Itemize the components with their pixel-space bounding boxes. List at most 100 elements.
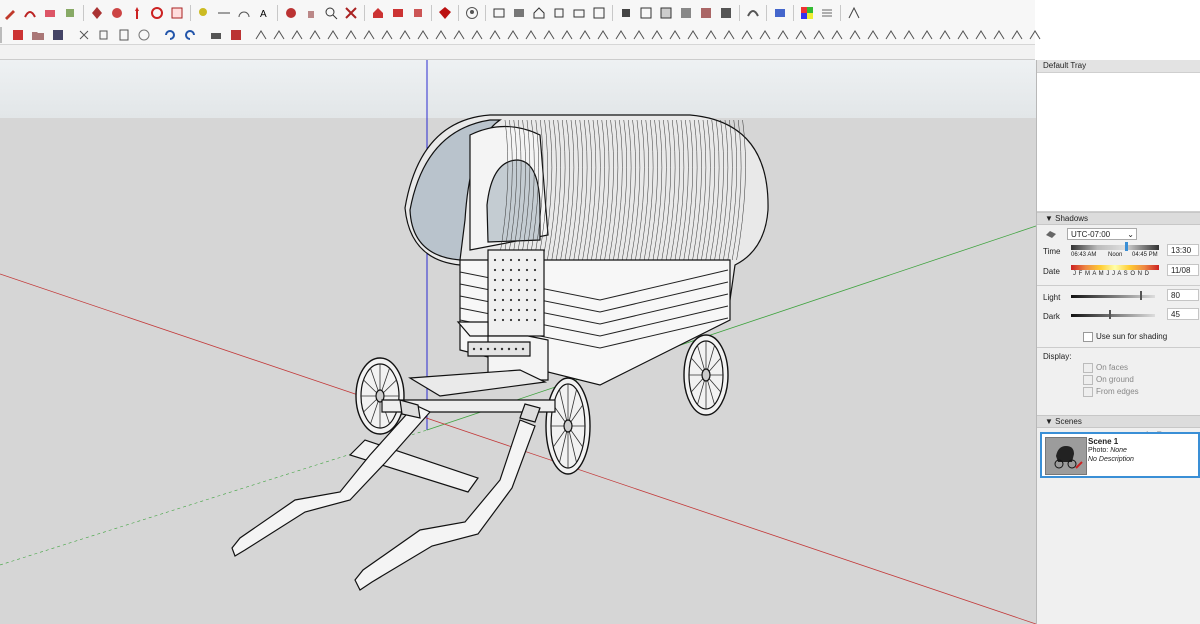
move-icon[interactable]	[130, 6, 144, 20]
layer-tool-icon[interactable]	[773, 6, 787, 20]
extension-tool-icon[interactable]	[758, 28, 772, 42]
light-slider[interactable]	[1071, 295, 1155, 298]
time-input[interactable]: 13:30	[1167, 244, 1199, 256]
on-ground-checkbox[interactable]: On ground	[1083, 375, 1134, 385]
extension-tool-icon[interactable]	[722, 28, 736, 42]
scene-card[interactable]: Scene 1 Photo: None No Description	[1040, 432, 1200, 478]
time-slider-thumb[interactable]	[1125, 242, 1128, 251]
scenes-panel-header[interactable]: ▼ Scenes	[1037, 415, 1200, 428]
styles-icon[interactable]	[847, 6, 861, 20]
extension-tool-icon[interactable]	[686, 28, 700, 42]
timezone-select[interactable]: UTC-07:00 ⌄	[1067, 228, 1137, 240]
dark-slider[interactable]	[1071, 314, 1155, 317]
delete-icon[interactable]	[137, 28, 151, 42]
extension-tool-icon[interactable]	[920, 28, 934, 42]
extension-tool-icon[interactable]	[848, 28, 862, 42]
component-icon[interactable]	[11, 28, 25, 42]
user-icon[interactable]	[465, 6, 479, 20]
dark-input[interactable]: 45	[1167, 308, 1199, 320]
time-slider[interactable]	[1071, 245, 1159, 250]
copy-icon[interactable]	[97, 28, 111, 42]
extension-tool-icon[interactable]	[452, 28, 466, 42]
extension-tool-icon[interactable]	[830, 28, 844, 42]
extension-tool-icon[interactable]	[434, 28, 448, 42]
extension-tool-icon[interactable]	[776, 28, 790, 42]
extension-tool-icon[interactable]	[956, 28, 970, 42]
checkbox-box[interactable]	[1083, 363, 1093, 373]
paint-bucket-icon[interactable]	[63, 6, 77, 20]
follow-me-icon[interactable]	[110, 6, 124, 20]
paste-icon[interactable]	[117, 28, 131, 42]
extension-tool-icon[interactable]	[344, 28, 358, 42]
extension-tool-icon[interactable]	[254, 28, 268, 42]
extension-tool-icon[interactable]	[614, 28, 628, 42]
checkbox-box[interactable]	[1083, 332, 1093, 342]
dark-slider-thumb[interactable]	[1109, 310, 1111, 319]
front-view-icon[interactable]	[532, 6, 546, 20]
extension-tool-icon[interactable]	[992, 28, 1006, 42]
extension-tool-icon[interactable]	[884, 28, 898, 42]
shadows-panel-header[interactable]: ▼ Shadows	[1037, 212, 1200, 225]
extension-tool-icon[interactable]	[290, 28, 304, 42]
rotate-icon[interactable]	[150, 6, 164, 20]
orbit-icon[interactable]	[284, 6, 298, 20]
model-info-icon[interactable]	[229, 28, 243, 42]
checkbox-box[interactable]	[1083, 387, 1093, 397]
share-model-icon[interactable]	[411, 6, 425, 20]
save-icon[interactable]	[51, 28, 65, 42]
extension-tool-icon[interactable]	[650, 28, 664, 42]
extension-tool-icon[interactable]	[596, 28, 610, 42]
extension-tool-icon[interactable]	[902, 28, 916, 42]
scene-canvas[interactable]	[0, 60, 1036, 624]
undo-icon[interactable]	[163, 28, 177, 42]
extension-tool-icon[interactable]	[1028, 28, 1042, 42]
from-edges-checkbox[interactable]: From edges	[1083, 387, 1139, 397]
extension-tool-icon[interactable]	[938, 28, 952, 42]
layer-dropdown[interactable]: ⌵	[0, 27, 2, 43]
wireframe-icon[interactable]	[639, 6, 653, 20]
extension-tool-icon[interactable]	[488, 28, 502, 42]
extension-warehouse-icon[interactable]	[391, 6, 405, 20]
eraser-icon[interactable]	[43, 6, 57, 20]
extension-tool-icon[interactable]	[866, 28, 880, 42]
arc-tool-icon[interactable]	[23, 6, 37, 20]
light-input[interactable]: 80	[1167, 289, 1199, 301]
extension-tool-icon[interactable]	[794, 28, 808, 42]
materials-icon[interactable]	[800, 6, 814, 20]
tape-measure-icon[interactable]	[197, 6, 211, 20]
warehouse-icon[interactable]	[371, 6, 385, 20]
extension-tool-icon[interactable]	[812, 28, 826, 42]
push-pull-icon[interactable]	[90, 6, 104, 20]
left-view-icon[interactable]	[592, 6, 606, 20]
extension-tool-icon[interactable]	[542, 28, 556, 42]
text-icon[interactable]: A	[257, 6, 271, 20]
ruby-icon[interactable]	[438, 6, 452, 20]
light-slider-thumb[interactable]	[1140, 291, 1142, 300]
redo-icon[interactable]	[183, 28, 197, 42]
scale-icon[interactable]	[170, 6, 184, 20]
pencil-icon[interactable]	[3, 6, 17, 20]
fog-icon[interactable]	[820, 6, 834, 20]
date-input[interactable]: 11/08	[1167, 264, 1199, 276]
model-viewport[interactable]	[0, 60, 1036, 624]
shaded-icon[interactable]	[679, 6, 693, 20]
cut-icon[interactable]	[77, 28, 91, 42]
extension-tool-icon[interactable]	[416, 28, 430, 42]
date-slider[interactable]	[1071, 265, 1159, 270]
xray-icon[interactable]	[619, 6, 633, 20]
dimension-icon[interactable]	[217, 6, 231, 20]
extension-tool-icon[interactable]	[974, 28, 988, 42]
on-faces-checkbox[interactable]: On faces	[1083, 363, 1128, 373]
extension-tool-icon[interactable]	[524, 28, 538, 42]
back-view-icon[interactable]	[572, 6, 586, 20]
pan-icon[interactable]	[304, 6, 318, 20]
extension-tool-icon[interactable]	[704, 28, 718, 42]
extension-tool-icon[interactable]	[326, 28, 340, 42]
extension-tool-icon[interactable]	[398, 28, 412, 42]
use-sun-checkbox[interactable]: Use sun for shading	[1083, 332, 1167, 342]
extension-tool-icon[interactable]	[380, 28, 394, 42]
extension-tool-icon[interactable]	[740, 28, 754, 42]
extension-tool-icon[interactable]	[668, 28, 682, 42]
extension-tool-icon[interactable]	[506, 28, 520, 42]
extension-tool-icon[interactable]	[470, 28, 484, 42]
